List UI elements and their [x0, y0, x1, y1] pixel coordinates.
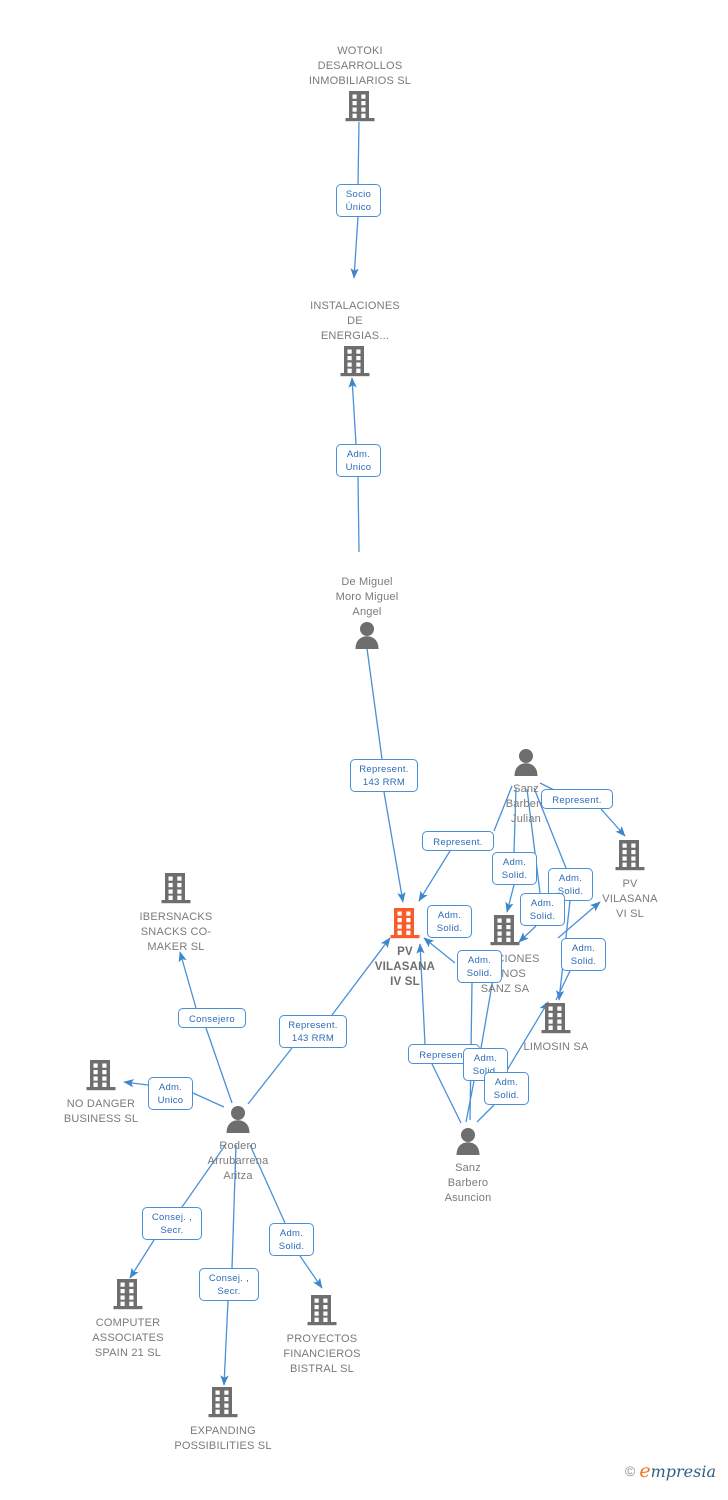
company-building-icon	[340, 346, 370, 377]
person-icon	[514, 749, 538, 776]
company-building-icon	[490, 915, 520, 946]
node-label: De Miguel Moro Miguel Angel	[335, 576, 399, 618]
edge-layer	[123, 121, 626, 1386]
company-building-icon	[615, 840, 645, 871]
chip-consej-secr-1[interactable]: Consej. , Secr.	[142, 1207, 202, 1240]
node-label: COMPUTER ASSOCIATES SPAIN 21 SL	[92, 1317, 164, 1359]
person-icon	[355, 622, 379, 649]
node-proyectos[interactable]: PROYECTOS FINANCIEROS BISTRAL SL	[257, 1294, 387, 1377]
node-ibersnacks[interactable]: IBERSNACKS SNACKS CO- MAKER SL	[111, 872, 241, 955]
company-building-icon	[541, 1003, 571, 1034]
chip-repr-julian-pv4[interactable]: Represent.	[422, 831, 494, 851]
node-limosin[interactable]: LIMOSIN SA	[491, 1002, 621, 1055]
chip-adm-solid-d[interactable]: Adm. Solid.	[427, 905, 472, 938]
node-label: EXPANDING POSSIBILITIES SL	[174, 1425, 272, 1452]
chip-adm-solid-f[interactable]: Adm. Solid.	[457, 950, 502, 983]
node-nodanger[interactable]: NO DANGER BUSINESS SL	[36, 1059, 166, 1127]
person-icon-wrap	[173, 1105, 303, 1138]
chip-adm-solid-e[interactable]: Adm. Solid.	[561, 938, 606, 971]
node-sanzasuncion[interactable]: Sanz Barbero Asuncion	[403, 1127, 533, 1206]
chip-socio-unico[interactable]: Socio Único	[336, 184, 381, 217]
chip-repr-143-left[interactable]: Represent. 143 RRM	[279, 1015, 347, 1048]
company-icon-wrap	[491, 1002, 621, 1039]
copyright-icon: ©	[625, 1463, 636, 1479]
chip-consej-secr-2[interactable]: Consej. , Secr.	[199, 1268, 259, 1301]
person-icon	[456, 1128, 480, 1155]
node-computer[interactable]: COMPUTER ASSOCIATES SPAIN 21 SL	[63, 1278, 193, 1361]
node-sanzjulian[interactable]: Sanz Barbero Julian	[461, 748, 591, 827]
company-building-icon	[208, 1387, 238, 1418]
company-icon-wrap	[257, 1294, 387, 1331]
node-expanding[interactable]: EXPANDING POSSIBILITIES SL	[158, 1386, 288, 1454]
chip-adm-solid-a[interactable]: Adm. Solid.	[492, 852, 537, 885]
company-icon-wrap	[158, 1386, 288, 1423]
chip-repr-143-top[interactable]: Represent. 143 RRM	[350, 759, 418, 792]
node-label: WOTOKI DESARROLLOS INMOBILIARIOS SL	[308, 45, 412, 87]
chip-adm-solid-c[interactable]: Adm. Solid.	[520, 893, 565, 926]
node-label: Rodero Arrubarrena Aritza	[207, 1140, 269, 1182]
node-label: LIMOSIN SA	[523, 1041, 589, 1053]
company-building-icon	[161, 873, 191, 904]
company-building-icon	[113, 1279, 143, 1310]
person-icon	[226, 1106, 250, 1133]
chip-adm-solid-h[interactable]: Adm. Solid.	[484, 1072, 529, 1105]
company-icon-wrap	[111, 872, 241, 909]
chip-consejero[interactable]: Consejero	[178, 1008, 246, 1028]
node-label: Sanz Barbero Asuncion	[444, 1162, 492, 1204]
company-building-icon	[86, 1060, 116, 1091]
company-icon-wrap	[36, 1059, 166, 1096]
node-rodero[interactable]: Rodero Arrubarrena Aritza	[173, 1105, 303, 1184]
node-instalaciones[interactable]: INSTALACIONES DE ENERGIAS...	[290, 299, 420, 382]
brand-initial: e	[639, 1460, 651, 1482]
company-icon-wrap	[290, 345, 420, 382]
company-building-icon	[390, 908, 420, 939]
node-label: IBERSNACKS SNACKS CO- MAKER SL	[139, 911, 213, 953]
node-wotoki[interactable]: WOTOKI DESARROLLOS INMOBILIARIOS SL	[295, 44, 425, 127]
company-icon-wrap	[295, 90, 425, 127]
company-building-icon	[345, 91, 375, 122]
empresia-watermark: © empresia	[625, 1460, 716, 1482]
person-icon-wrap	[403, 1127, 533, 1160]
brand-rest: mpresia	[650, 1462, 716, 1481]
company-icon-wrap	[63, 1278, 193, 1315]
chip-repr-julian-pv6[interactable]: Represent.	[541, 789, 613, 809]
person-icon-wrap	[461, 748, 591, 781]
chip-adm-unico-nodang[interactable]: Adm. Unico	[148, 1077, 193, 1110]
node-demiguel[interactable]: De Miguel Moro Miguel Angel	[302, 575, 432, 654]
chip-adm-unico-inst[interactable]: Adm. Unico	[336, 444, 381, 477]
relationship-diagram-canvas: WOTOKI DESARROLLOS INMOBILIARIOS SL INSTA…	[0, 0, 728, 1500]
person-icon-wrap	[302, 621, 432, 654]
chip-adm-solid-i[interactable]: Adm. Solid.	[269, 1223, 314, 1256]
node-label: PROYECTOS FINANCIEROS BISTRAL SL	[283, 1333, 361, 1375]
node-label: INSTALACIONES DE ENERGIAS...	[310, 300, 400, 342]
company-building-icon	[307, 1295, 337, 1326]
brand-name: empresia	[639, 1460, 716, 1482]
node-label: NO DANGER BUSINESS SL	[63, 1098, 139, 1125]
